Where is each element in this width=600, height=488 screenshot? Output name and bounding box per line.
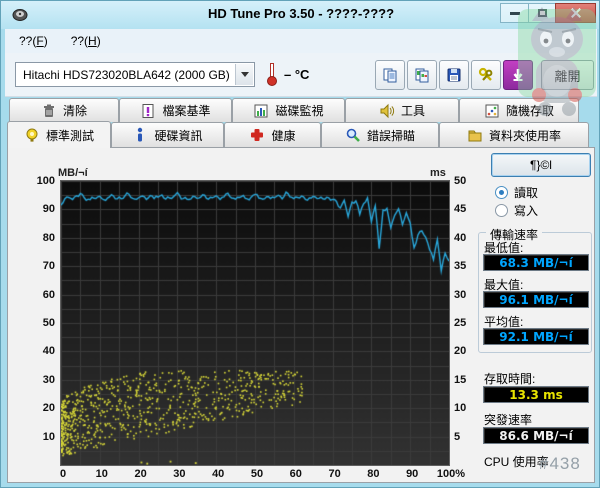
folder-icon (468, 130, 482, 142)
copy-image-icon (415, 68, 429, 83)
axis-tick-label: 25 (454, 317, 467, 329)
tab-random-access[interactable]: 隨機存取 (459, 98, 579, 122)
wrench-icon (478, 67, 493, 81)
axis-tick-label: 30 (454, 288, 467, 301)
thermometer-icon (267, 63, 277, 86)
axis-tick-label: 10 (454, 402, 467, 415)
max-value: 96.1 MB/¬í (483, 291, 589, 308)
disk-monitor-icon (254, 104, 268, 117)
axis-tick-label: 50 (42, 317, 55, 329)
minimize-button[interactable] (500, 3, 529, 23)
close-icon (570, 7, 582, 19)
axis-tick-label: 90 (406, 468, 419, 480)
avg-value: 92.1 MB/¬í (483, 328, 589, 345)
maximize-button[interactable] (528, 3, 556, 23)
options-button[interactable] (471, 60, 501, 90)
exit-button[interactable]: 離開 (541, 60, 594, 90)
tab-erase[interactable]: 清除 (9, 98, 119, 122)
axis-tick-label: 15 (454, 373, 467, 386)
axis-tick-label: 100 (36, 175, 55, 187)
axis-tick-label: 40 (212, 468, 225, 480)
write-radio[interactable]: 寫入 (495, 202, 538, 219)
tab-benchmark[interactable]: 標準測試 (7, 121, 111, 148)
access-time-value: 13.3 ms (483, 386, 589, 403)
left-axis-unit: MB/¬í (58, 167, 88, 179)
axis-tick-label: 5 (454, 430, 461, 443)
serial-watermark: #438 (539, 454, 581, 473)
chevron-down-icon (235, 64, 253, 85)
temperature-label: – °C (284, 67, 310, 82)
info-icon (138, 127, 143, 142)
axis-tick-label: 35 (454, 260, 467, 273)
start-button[interactable]: ¶}©l (491, 153, 591, 177)
axis-tick-label: 0 (59, 468, 67, 480)
axis-tick-label: 40 (454, 231, 467, 244)
hd-tune-window: HD Tune Pro 3.50 - ????-???? ??(F) ??(H)… (0, 0, 600, 488)
axis-tick-label: 45 (454, 203, 467, 216)
radio-selected-icon (495, 186, 508, 199)
maximize-icon (537, 9, 547, 17)
axis-tick-label: 20 (42, 402, 55, 415)
save-icon (447, 68, 461, 82)
benchmark-chart (60, 180, 450, 466)
axis-tick-label: 70 (328, 468, 341, 480)
tab-file-benchmark[interactable]: 檔案基準 (119, 98, 232, 122)
axis-tick-label: 30 (173, 468, 186, 480)
menu-bar: ??(F) ??(H) (5, 29, 597, 53)
minimize-icon (509, 11, 520, 15)
tab-health[interactable]: 健康 (224, 122, 321, 147)
tab-tools[interactable]: 工具 (345, 98, 459, 122)
axis-tick-label: 50 (454, 175, 467, 187)
random-access-icon (485, 104, 499, 117)
axis-tick-label: 20 (454, 345, 467, 358)
speaker-icon (380, 103, 395, 118)
tab-error-scan[interactable]: 錯誤掃瞄 (321, 122, 439, 147)
axis-tick-label: 80 (367, 468, 380, 480)
axis-tick-label: 100% (436, 468, 466, 480)
download-arrow-icon (513, 69, 523, 81)
axis-tick-label: 80 (42, 231, 55, 244)
access-time-label: 存取時間: (484, 372, 536, 386)
title-bar: HD Tune Pro 3.50 - ????-???? (1, 1, 599, 29)
min-value: 68.3 MB/¬í (483, 254, 589, 271)
magnifier-icon (346, 128, 360, 142)
drive-select-value: Hitachi HDS723020BLA642 (2000 GB) (23, 67, 230, 82)
download-button[interactable] (503, 60, 533, 90)
radio-unselected-icon (495, 204, 508, 217)
file-benchmark-icon (142, 103, 154, 118)
close-button[interactable] (555, 3, 596, 23)
axis-tick-label: 60 (42, 288, 55, 301)
axis-tick-label: 90 (42, 203, 55, 216)
axis-tick-label: 60 (289, 468, 302, 480)
axis-tick-label: 10 (95, 468, 108, 480)
trash-icon (43, 104, 54, 117)
axis-tick-label: 40 (42, 345, 55, 358)
axis-tick-label: 10 (42, 430, 55, 443)
burst-rate-label: 突發速率 (484, 413, 533, 427)
tab-disk-info[interactable]: 硬碟資訊 (111, 122, 224, 147)
tab-disk-monitor[interactable]: 磁碟監視 (232, 98, 345, 122)
copy-text-button[interactable] (375, 60, 405, 90)
save-button[interactable] (439, 60, 469, 90)
right-axis-unit: ms (430, 167, 446, 179)
axis-tick-label: 50 (250, 468, 264, 480)
read-radio[interactable]: 讀取 (495, 184, 538, 201)
menu-help[interactable]: ??(H) (62, 31, 110, 51)
tab-folder-usage[interactable]: 資料夾使用率 (439, 122, 589, 147)
copy-image-button[interactable] (407, 60, 437, 90)
toolbar: Hitachi HDS723020BLA642 (2000 GB) – °C 離… (5, 53, 597, 97)
axis-tick-label: 30 (42, 373, 55, 386)
benchmark-icon (26, 128, 38, 142)
menu-file[interactable]: ??(F) (10, 31, 57, 51)
drive-select[interactable]: Hitachi HDS723020BLA642 (2000 GB) (15, 62, 255, 87)
axis-tick-label: 20 (134, 468, 147, 480)
axis-tick-label: 70 (42, 260, 55, 273)
burst-rate-value: 86.6 MB/¬í (483, 427, 589, 444)
copy-text-icon (383, 68, 397, 83)
health-cross-icon (251, 129, 264, 141)
